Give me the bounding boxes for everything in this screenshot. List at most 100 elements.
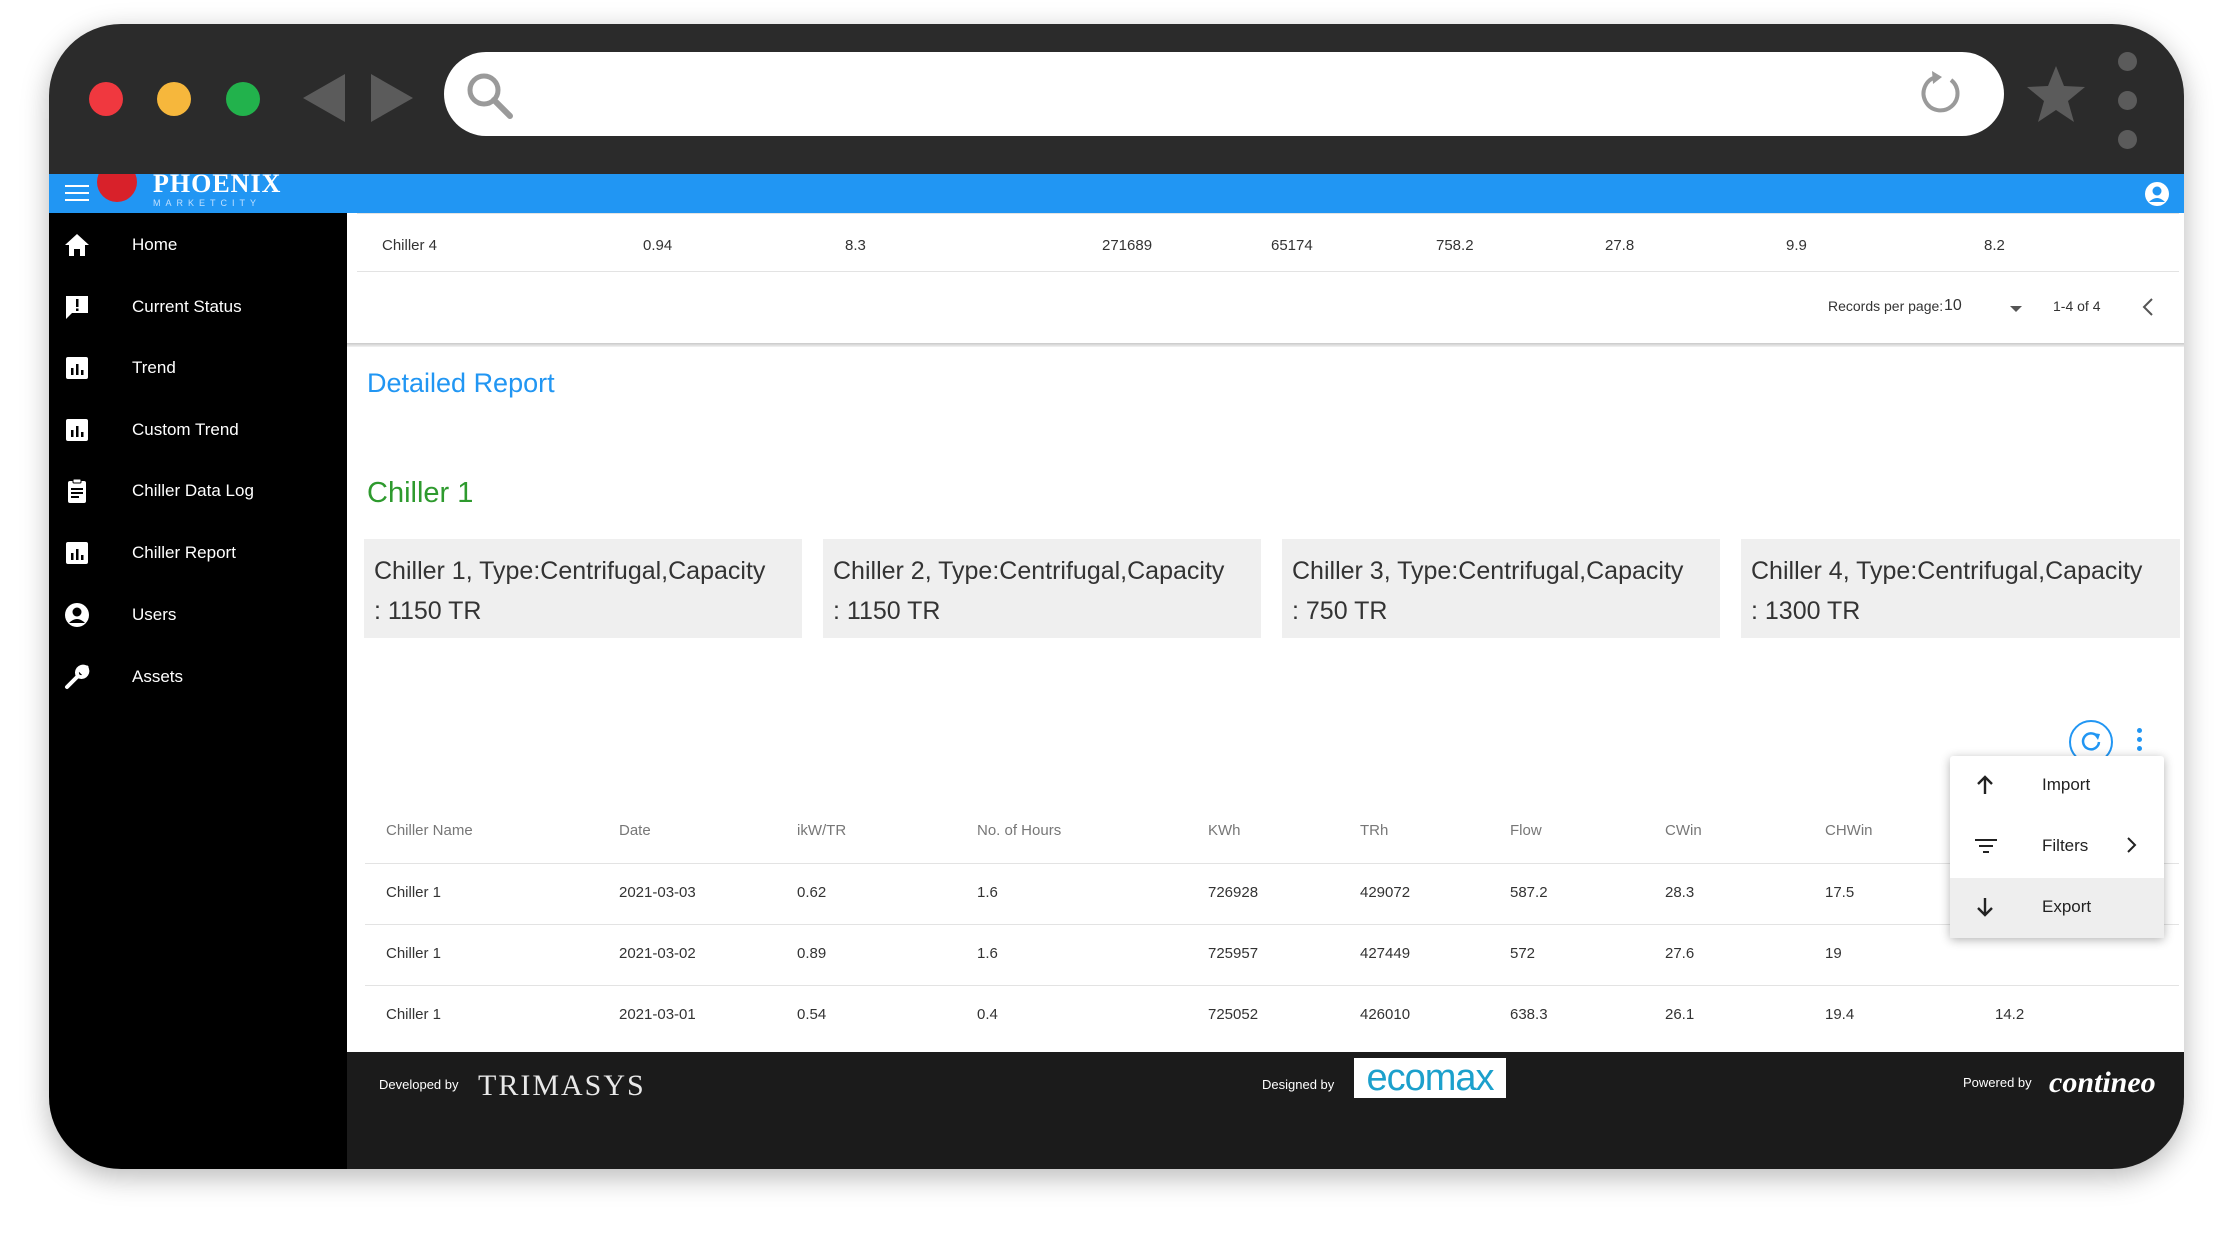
sidebar-item-chiller-data-log[interactable]: Chiller Data Log	[49, 471, 347, 511]
arrow-down-icon	[1977, 898, 1993, 917]
divider	[365, 863, 2179, 864]
chiller-card[interactable]: Chiller 2, Type:Centrifugal,Capacity : 1…	[823, 539, 1261, 638]
chevron-right-icon	[2127, 837, 2137, 853]
table-cell: 2021-03-01	[619, 1006, 696, 1023]
column-header[interactable]: Chiller Name	[386, 822, 473, 839]
column-header[interactable]: CHWin	[1825, 822, 1873, 839]
table-cell: 0.89	[797, 945, 827, 962]
sidebar-item-label: Chiller Report	[132, 543, 236, 562]
reload-icon[interactable]	[1918, 70, 1964, 116]
table-cell: 0.62	[797, 884, 827, 901]
divider	[365, 924, 2179, 925]
back-arrow-icon[interactable]	[303, 74, 345, 122]
sidebar-item-label: Assets	[132, 667, 184, 686]
designed-by-label: Designed by	[1262, 1077, 1335, 1092]
sidebar-item-label: Users	[132, 605, 177, 624]
card-line2: : 1150 TR	[833, 597, 941, 625]
chiller-card[interactable]: Chiller 3, Type:Centrifugal,Capacity : 7…	[1282, 539, 1720, 638]
table-cell: 638.3	[1510, 1006, 1548, 1023]
maximize-window-button[interactable]	[226, 82, 260, 116]
column-header[interactable]: No. of Hours	[977, 822, 1061, 839]
address-bar[interactable]	[444, 52, 2004, 136]
table-cell: 725052	[1208, 1006, 1259, 1023]
card-line1: Chiller 1, Type:Centrifugal,Capacity	[374, 557, 766, 585]
column-header[interactable]: TRh	[1360, 822, 1388, 839]
bar-chart-icon	[66, 419, 88, 441]
sidebar-item-label: Home	[132, 235, 178, 254]
user-circle-icon	[65, 603, 89, 627]
table-cell: Chiller 1	[386, 884, 442, 901]
menu-item-label: Filters	[2042, 836, 2089, 855]
close-window-button[interactable]	[89, 82, 123, 116]
table-cell: Chiller 1	[386, 945, 442, 962]
chiller-card[interactable]: Chiller 4, Type:Centrifugal,Capacity : 1…	[1741, 539, 2180, 638]
app-header: PHOENIX MARKETCITY	[49, 174, 2184, 213]
table-cell: 587.2	[1510, 884, 1548, 901]
logo-text: PHOENIX	[153, 174, 282, 198]
clipboard-icon	[68, 478, 86, 503]
divider	[365, 985, 2179, 986]
bookmark-star-icon[interactable]	[2025, 64, 2087, 124]
column-header[interactable]: CWin	[1665, 822, 1702, 839]
sidebar-item-label: Chiller Data Log	[132, 481, 254, 500]
browser-menu-icon[interactable]	[2118, 52, 2138, 169]
table-cell: 1.6	[977, 884, 998, 901]
table-cell: 65174	[1271, 237, 1313, 254]
forward-arrow-icon[interactable]	[371, 74, 413, 122]
app-root: PHOENIX MARKETCITY Home Current Status T…	[49, 174, 2184, 1169]
column-header[interactable]: Flow	[1510, 822, 1542, 839]
logo-subtext: MARKETCITY	[153, 198, 262, 208]
hamburger-menu-icon[interactable]	[65, 185, 89, 206]
table-cell: 26.1	[1665, 1006, 1695, 1023]
card-line1: Chiller 3, Type:Centrifugal,Capacity	[1292, 557, 1684, 585]
table-cell: Chiller 1	[386, 1006, 442, 1023]
table-cell: 8.2	[1984, 237, 2005, 254]
records-per-page-select[interactable]: 10	[1944, 297, 1962, 315]
card-line1: Chiller 2, Type:Centrifugal,Capacity	[833, 557, 1225, 585]
sidebar-item-users[interactable]: Users	[49, 595, 347, 635]
developed-by-label: Developed by	[379, 1077, 459, 1092]
table-cell: 426010	[1360, 1006, 1411, 1023]
table-cell: 28.3	[1665, 884, 1695, 901]
menu-item-export[interactable]: Export	[1950, 878, 2164, 938]
next-page-icon[interactable]	[2183, 297, 2184, 317]
sidebar-item-home[interactable]: Home	[49, 225, 347, 265]
card-divider	[347, 343, 2184, 347]
menu-item-label: Import	[2042, 775, 2091, 794]
table-options-icon[interactable]	[2137, 728, 2145, 755]
table-cell: 429072	[1360, 884, 1411, 901]
table-cell: 19	[1825, 945, 1842, 962]
dropdown-arrow-icon[interactable]	[2009, 305, 2023, 313]
table-cell: 27.6	[1665, 945, 1695, 962]
sidebar-item-assets[interactable]: Assets	[49, 657, 347, 697]
section-title: Detailed Report	[367, 368, 555, 398]
search-icon	[467, 73, 513, 119]
table-cell: 9.9	[1786, 237, 1807, 254]
powered-by-label: Powered by	[1963, 1075, 2032, 1090]
sidebar-item-chiller-report[interactable]: Chiller Report	[49, 533, 347, 573]
chiller-card[interactable]: Chiller 1, Type:Centrifugal,Capacity : 1…	[364, 539, 802, 638]
menu-item-filters[interactable]: Filters	[1950, 817, 2164, 877]
browser-window: PHOENIX MARKETCITY Home Current Status T…	[49, 24, 2184, 1169]
contineo-logo: contineo	[2049, 1066, 2156, 1099]
column-header[interactable]: KWh	[1208, 822, 1241, 839]
table-cell: Chiller 4	[382, 237, 438, 254]
table-cell: 27.8	[1605, 237, 1635, 254]
sidebar-item-label: Trend	[132, 358, 176, 377]
account-icon[interactable]	[2144, 181, 2170, 207]
sidebar-item-current-status[interactable]: Current Status	[49, 287, 347, 327]
minimize-window-button[interactable]	[157, 82, 191, 116]
sidebar-item-trend[interactable]: Trend	[49, 348, 347, 388]
table-cell: 2021-03-03	[619, 884, 696, 901]
table-cell: 726928	[1208, 884, 1259, 901]
column-header[interactable]: ikW/TR	[797, 822, 846, 839]
previous-page-icon[interactable]	[2141, 297, 2155, 317]
column-header[interactable]: Date	[619, 822, 651, 839]
ecomax-logo: ecomax	[1354, 1058, 1506, 1098]
menu-item-import[interactable]: Import	[1950, 756, 2164, 816]
menu-item-label: Export	[2042, 897, 2092, 916]
card-line2: : 1300 TR	[1751, 597, 1861, 625]
table-cell: 14.2	[1995, 1006, 2025, 1023]
table-cell: 271689	[1102, 237, 1153, 254]
sidebar-item-custom-trend[interactable]: Custom Trend	[49, 410, 347, 450]
